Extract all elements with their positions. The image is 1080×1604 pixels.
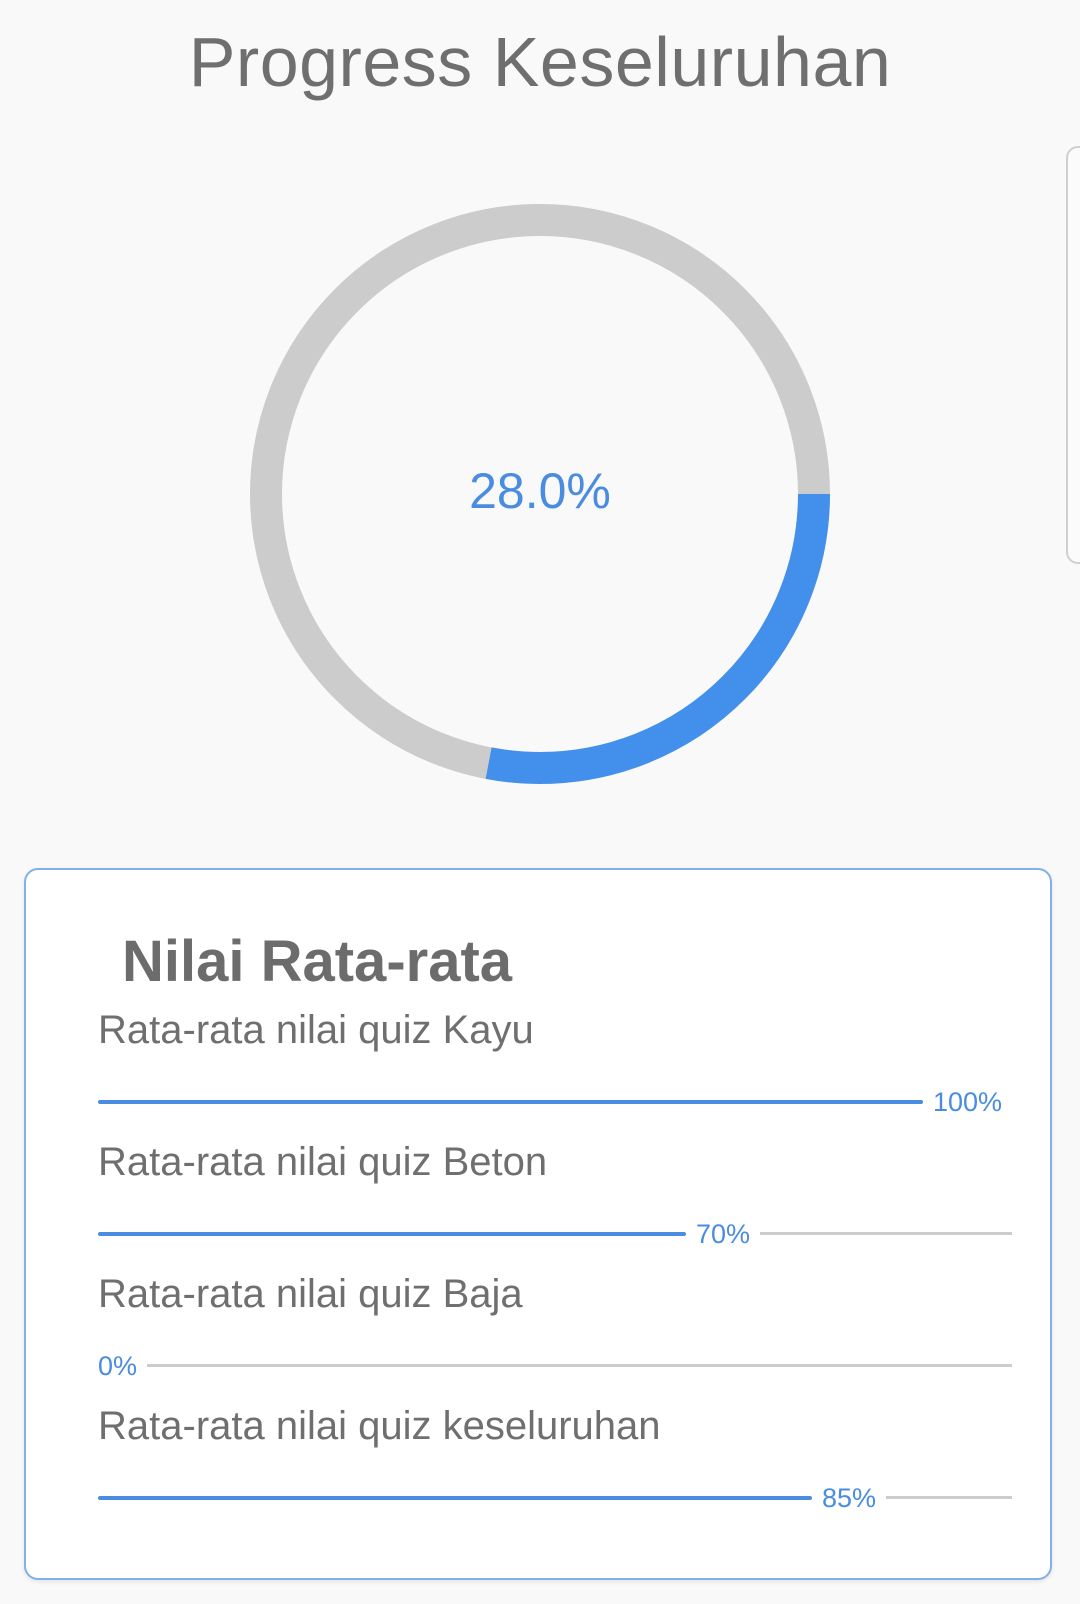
metric-quiz-kayu: Rata-rata nilai quiz Kayu 100%	[98, 1008, 1012, 1128]
progress-bar-fill	[98, 1496, 812, 1500]
metric-label: Rata-rata nilai quiz Beton	[98, 1140, 548, 1184]
progress-bar: 0%	[98, 1351, 1012, 1381]
metric-label: Rata-rata nilai quiz keseluruhan	[98, 1404, 661, 1448]
progress-bar-fill	[98, 1232, 686, 1236]
metric-quiz-baja: Rata-rata nilai quiz Baja 0%	[98, 1272, 1012, 1392]
metric-label: Rata-rata nilai quiz Kayu	[98, 1008, 534, 1052]
progress-bar-remainder	[147, 1364, 1012, 1367]
card-title: Nilai Rata-rata	[122, 929, 513, 994]
progress-bar: 100%	[98, 1087, 1012, 1117]
progress-bar-fill	[98, 1100, 923, 1104]
metric-quiz-beton: Rata-rata nilai quiz Beton 70%	[98, 1140, 1012, 1260]
page-title: Progress Keseluruhan	[188, 23, 892, 101]
metric-quiz-keseluruhan: Rata-rata nilai quiz keseluruhan 85%	[98, 1404, 1012, 1524]
progress-bar-value: 100%	[932, 1087, 1002, 1117]
progress-bar-value: 0%	[98, 1351, 138, 1381]
average-score-card: Nilai Rata-rata Rata-rata nilai quiz Kay…	[24, 868, 1052, 1580]
side-drawer-handle[interactable]	[1066, 146, 1080, 564]
progress-bar: 85%	[98, 1483, 1012, 1513]
progress-bar-value: 85%	[821, 1483, 876, 1513]
progress-bar-remainder	[760, 1232, 1012, 1235]
progress-bar-remainder	[886, 1496, 1012, 1499]
overall-progress-ring: 28.0%	[242, 196, 838, 792]
metric-label: Rata-rata nilai quiz Baja	[98, 1272, 523, 1316]
progress-bar-value: 70%	[695, 1219, 750, 1249]
progress-percent-label: 28.0%	[469, 463, 611, 519]
progress-bar: 70%	[98, 1219, 1012, 1249]
